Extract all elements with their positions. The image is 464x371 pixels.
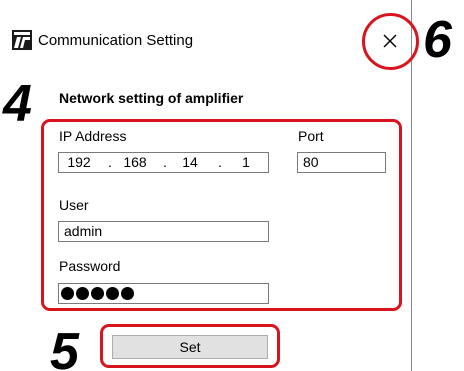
password-label: Password — [59, 258, 121, 274]
password-mask-dot — [106, 287, 119, 300]
window-title: Communication Setting — [38, 32, 194, 49]
title-bar: Communication Setting — [0, 0, 411, 62]
close-icon — [383, 34, 397, 48]
password-input[interactable] — [58, 283, 269, 304]
user-label: User — [59, 197, 89, 213]
ip-octet-3[interactable]: 14 — [175, 153, 205, 172]
set-button[interactable]: Set — [112, 335, 268, 359]
communication-setting-dialog: Communication Setting Network setting of… — [0, 0, 412, 371]
password-mask-dot — [121, 287, 134, 300]
password-mask-dot — [76, 287, 89, 300]
ip-address-field[interactable]: 192 . 168 . 14 . 1 — [58, 152, 269, 173]
ip-octet-4[interactable]: 1 — [231, 153, 261, 172]
app-logo-icon — [12, 30, 32, 50]
password-mask-dot — [91, 287, 104, 300]
ip-separator-3: . — [218, 154, 222, 170]
close-button[interactable] — [374, 27, 406, 55]
ip-separator-1: . — [108, 154, 112, 170]
network-settings-heading: Network setting of amplifier — [59, 90, 244, 106]
ip-separator-2: . — [163, 154, 167, 170]
password-mask — [61, 285, 136, 302]
ip-octet-1[interactable]: 192 — [63, 153, 95, 172]
ip-octet-2[interactable]: 168 — [119, 153, 151, 172]
password-mask-dot — [61, 287, 74, 300]
port-label: Port — [298, 128, 324, 144]
port-input[interactable]: 80 — [297, 152, 386, 173]
step-number-6: 6 — [423, 11, 452, 69]
user-input[interactable]: admin — [58, 221, 269, 242]
step-number-5: 5 — [50, 323, 79, 371]
screenshot-stage: Communication Setting Network setting of… — [0, 0, 464, 371]
ip-address-label: IP Address — [59, 128, 127, 144]
step-number-4: 4 — [3, 75, 32, 133]
